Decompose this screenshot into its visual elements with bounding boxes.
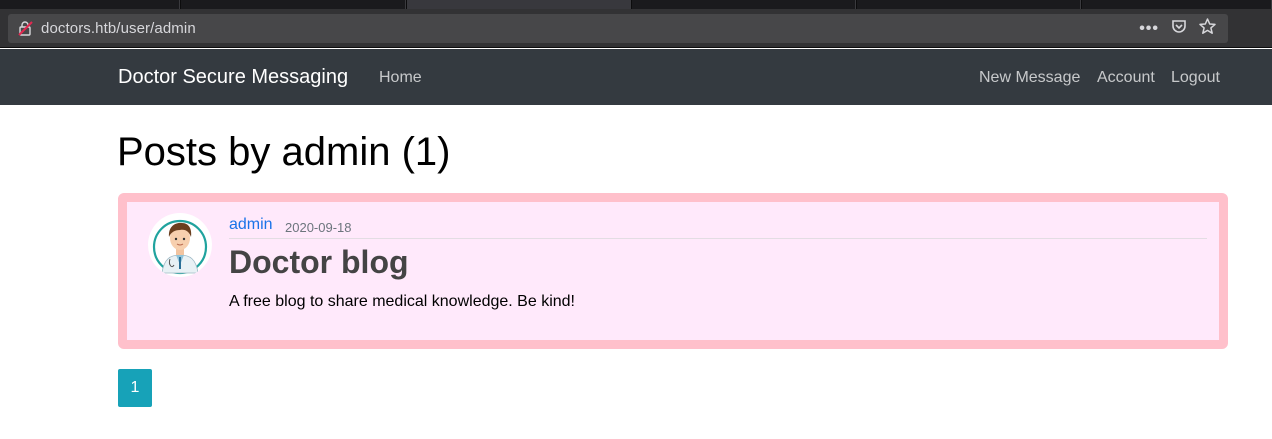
post-title[interactable]: Doctor blog	[229, 244, 409, 281]
post-meta: admin 2020-09-18	[229, 216, 1207, 239]
post-content: A free blog to share medical knowledge. …	[229, 293, 575, 310]
nav-logout-link[interactable]: Logout	[1171, 69, 1220, 87]
urlbar-actions: •••	[1139, 17, 1216, 40]
pocket-icon[interactable]	[1171, 18, 1187, 39]
post-date: 2020-09-18	[285, 220, 352, 235]
post-author-link[interactable]: admin	[229, 216, 273, 234]
doctor-avatar-icon	[148, 213, 212, 277]
post-card: admin 2020-09-18 Doctor blog A free blog…	[118, 193, 1228, 349]
browser-tab[interactable]	[0, 0, 180, 9]
browser-tab[interactable]	[1082, 0, 1272, 9]
browser-tab[interactable]	[632, 0, 856, 9]
site-navbar: Doctor Secure Messaging Home New Message…	[0, 49, 1272, 105]
browser-toolbar: doctors.htb/user/admin •••	[0, 9, 1272, 48]
pagination-page-button[interactable]: 1	[118, 369, 152, 407]
browser-tab[interactable]	[181, 0, 406, 9]
browser-tab[interactable]	[857, 0, 1081, 9]
bookmark-star-icon[interactable]	[1199, 17, 1216, 40]
page-title: Posts by admin (1)	[117, 130, 451, 174]
page-actions-icon[interactable]: •••	[1139, 20, 1159, 38]
browser-tab-strip	[0, 0, 1272, 9]
nav-home-link[interactable]: Home	[379, 69, 422, 87]
browser-tab-active[interactable]	[407, 0, 631, 9]
address-bar[interactable]: doctors.htb/user/admin •••	[8, 14, 1228, 43]
nav-account-link[interactable]: Account	[1097, 69, 1155, 87]
brand-link[interactable]: Doctor Secure Messaging	[118, 66, 348, 89]
url-text[interactable]: doctors.htb/user/admin	[41, 20, 196, 37]
nav-new-message-link[interactable]: New Message	[979, 69, 1080, 87]
insecure-connection-icon[interactable]	[18, 21, 33, 36]
